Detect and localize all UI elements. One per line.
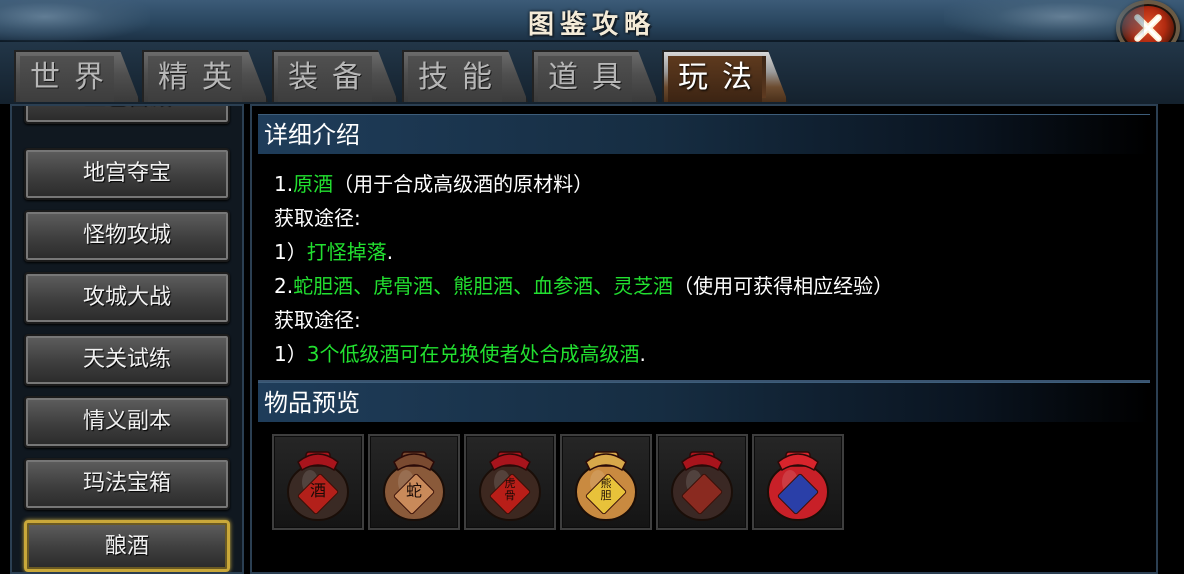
- gameplay-list[interactable]: 血色宫殿 地宫夺宝 怪物攻城 攻城大战 天关试练 情义副本 玛法宝箱 酿酒: [10, 104, 244, 574]
- detail-line: 1.原酒（用于合成高级酒的原材料）: [274, 172, 594, 196]
- window-title: 图鉴攻略: [527, 10, 656, 40]
- item-slot[interactable]: 蛇: [368, 434, 460, 530]
- detail-line: 2.蛇胆酒、虎骨酒、熊胆酒、血参酒、灵芝酒（使用可获得相应经验）: [274, 274, 894, 298]
- tab-world[interactable]: 世界: [14, 50, 140, 102]
- wine-jar-xueshen-icon: [671, 451, 733, 521]
- preview-header: 物品预览: [258, 382, 1150, 422]
- list-item-underground-treasure[interactable]: 地宫夺宝: [24, 148, 230, 200]
- tab-equipment[interactable]: 装备: [272, 50, 398, 102]
- detail-header: 详细介绍: [258, 114, 1150, 154]
- item-slot[interactable]: 酒: [272, 434, 364, 530]
- tab-elite[interactable]: 精英: [142, 50, 268, 102]
- list-item-blood-palace[interactable]: 血色宫殿: [24, 106, 230, 124]
- tab-gameplay[interactable]: 玩法: [662, 50, 788, 102]
- jar-label-glyph: 虎骨: [504, 477, 516, 502]
- jar-label-glyph: 熊胆: [600, 477, 612, 502]
- tab-skills[interactable]: 技能: [402, 50, 528, 102]
- detail-text: 1.原酒（用于合成高级酒的原材料） 获取途径: 1）打怪掉落. 2.蛇胆酒、虎骨…: [258, 158, 1150, 380]
- detail-line: 获取途径:: [274, 206, 361, 230]
- list-item-sky-trial[interactable]: 天关试练: [24, 334, 230, 386]
- list-item-brewing[interactable]: 酿酒: [24, 520, 230, 572]
- title-bar: 图鉴攻略: [0, 0, 1184, 56]
- wine-jar-lingzhi-icon: [767, 451, 829, 521]
- item-slot[interactable]: 熊胆: [560, 434, 652, 530]
- item-slot[interactable]: 虎骨: [464, 434, 556, 530]
- list-item-siege-battle[interactable]: 攻城大战: [24, 272, 230, 324]
- detail-line: 获取途径:: [274, 308, 361, 332]
- detail-line: 1）打怪掉落.: [274, 240, 394, 264]
- list-item-monster-siege[interactable]: 怪物攻城: [24, 210, 230, 262]
- detail-line: 1）3个低级酒可在兑换使者处合成高级酒.: [274, 342, 646, 366]
- list-item-mafa-chest[interactable]: 玛法宝箱: [24, 458, 230, 510]
- item-slot[interactable]: [656, 434, 748, 530]
- list-item-loyalty-dungeon[interactable]: 情义副本: [24, 396, 230, 448]
- content-panel: 详细介绍 1.原酒（用于合成高级酒的原材料） 获取途径: 1）打怪掉落. 2.蛇…: [250, 104, 1158, 574]
- tab-items[interactable]: 道具: [532, 50, 658, 102]
- jar-label-glyph: 酒: [309, 481, 326, 500]
- jar-label-glyph: 蛇: [405, 481, 422, 500]
- tab-strip: 世界 精英 装备 技能 道具 玩法: [0, 42, 1184, 104]
- item-slot[interactable]: [752, 434, 844, 530]
